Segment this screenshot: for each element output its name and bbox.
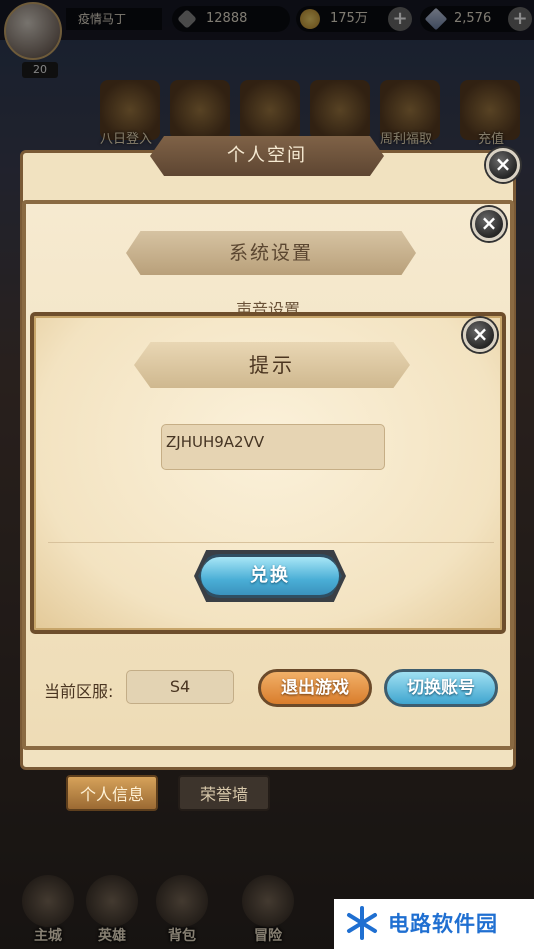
snowflake-logo-icon bbox=[347, 906, 377, 940]
hint-dialog: 提示 ZJHUH9A2VV 兑换 bbox=[30, 312, 506, 634]
dialog-divider bbox=[48, 542, 494, 543]
system-settings-title: 系统设置 bbox=[126, 231, 416, 275]
exit-game-button[interactable]: 退出游戏 bbox=[258, 669, 372, 707]
close-settings-button[interactable]: × bbox=[472, 207, 506, 241]
redeem-button[interactable]: 兑换 bbox=[198, 554, 342, 598]
close-hint-dialog-button[interactable]: × bbox=[463, 318, 497, 352]
redeem-code-input[interactable]: ZJHUH9A2VV bbox=[161, 424, 385, 470]
server-value: S4 bbox=[126, 670, 234, 704]
watermark-text: 电路软件园 bbox=[388, 912, 498, 936]
tab-personal-info[interactable]: 个人信息 bbox=[66, 775, 158, 811]
server-label: 当前区服: bbox=[44, 682, 114, 701]
watermark: 电路软件园 bbox=[334, 899, 534, 949]
personal-space-title: 个人空间 bbox=[150, 136, 384, 176]
close-personal-space-button[interactable]: × bbox=[486, 148, 520, 182]
hint-dialog-title: 提示 bbox=[134, 342, 410, 388]
switch-account-button[interactable]: 切换账号 bbox=[384, 669, 498, 707]
tab-honor-wall[interactable]: 荣誉墙 bbox=[178, 775, 270, 811]
